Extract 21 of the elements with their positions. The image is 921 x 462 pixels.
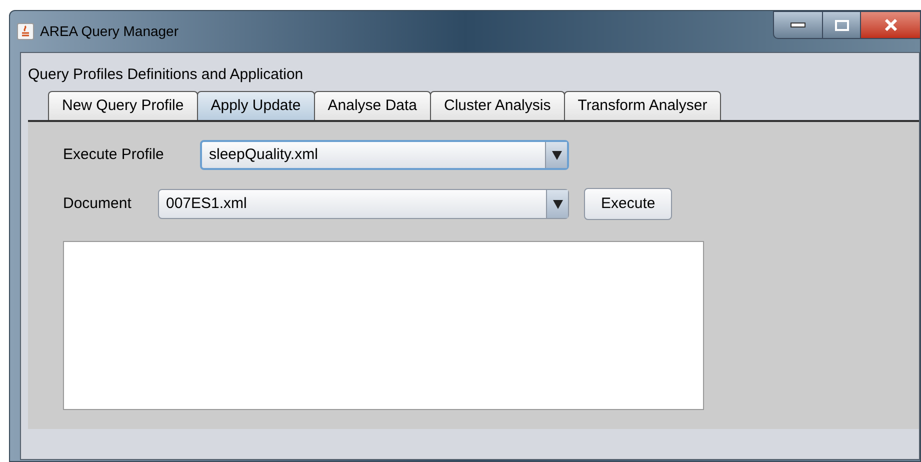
close-icon (884, 19, 898, 31)
field-label: Document (63, 194, 132, 214)
tab[interactable]: Apply Update (196, 91, 315, 120)
minimize-icon (790, 22, 806, 28)
app-icon (17, 23, 34, 40)
dropdown-field[interactable]: sleepQuality.xml (200, 140, 569, 170)
tab[interactable]: New Query Profile (48, 91, 198, 120)
dropdown-value: sleepQuality.xml (208, 144, 319, 165)
maximize-button[interactable] (823, 11, 861, 39)
tab[interactable]: Cluster Analysis (430, 91, 565, 120)
execute-button[interactable]: Execute (584, 188, 672, 220)
field-label: Execute Profile (63, 144, 165, 165)
dropdown-field[interactable]: 007ES1.xml (158, 189, 569, 219)
maximize-icon (834, 20, 848, 30)
tab[interactable]: Transform Analyser (564, 91, 722, 120)
window-title: AREA Query Manager (40, 22, 179, 41)
close-button[interactable] (861, 11, 921, 39)
tab[interactable]: Analyse Data (314, 91, 431, 120)
dropdown-value: 007ES1.xml (165, 194, 248, 214)
minimize-button[interactable] (773, 11, 823, 39)
section-heading: Query Profiles Definitions and Application (28, 66, 304, 83)
